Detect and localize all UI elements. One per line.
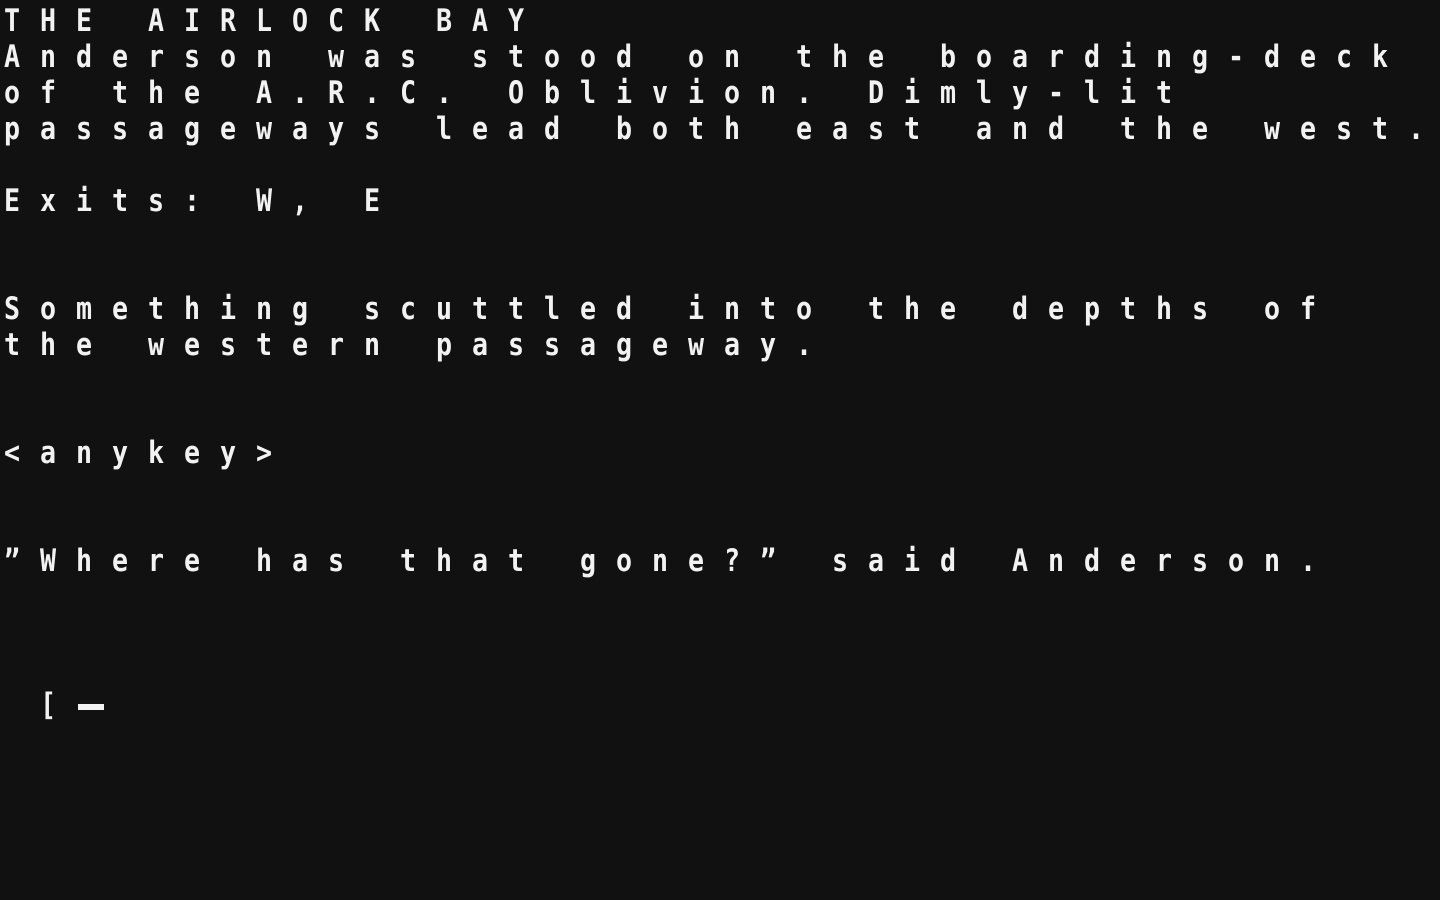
anykey-prompt: < a n y k e y > [4,435,273,471]
event-line-2: the western passageway. [4,327,813,363]
dialogue-line: ” Wh e r e has that g o n e?” said Anderson. [4,543,1317,579]
room-desc-2: of the A.R.C. Oblivion. Dimly-lit [4,75,1173,111]
room-title: THE AIRLOCK BAY [4,3,525,39]
input-line: [ [40,687,57,723]
game-screen[interactable]: THE AIRLOCK BAYAnderson was stood on the… [0,0,1440,900]
room-desc-3: passageways lead both east and the west. [4,111,1425,147]
input-cursor [78,704,104,710]
room-exits: Exits: W, E [4,183,381,219]
event-line-1: Something scuttled into the depths of [4,291,1317,327]
room-desc-1: Anderson was stood on the boarding-deck [4,39,1389,75]
